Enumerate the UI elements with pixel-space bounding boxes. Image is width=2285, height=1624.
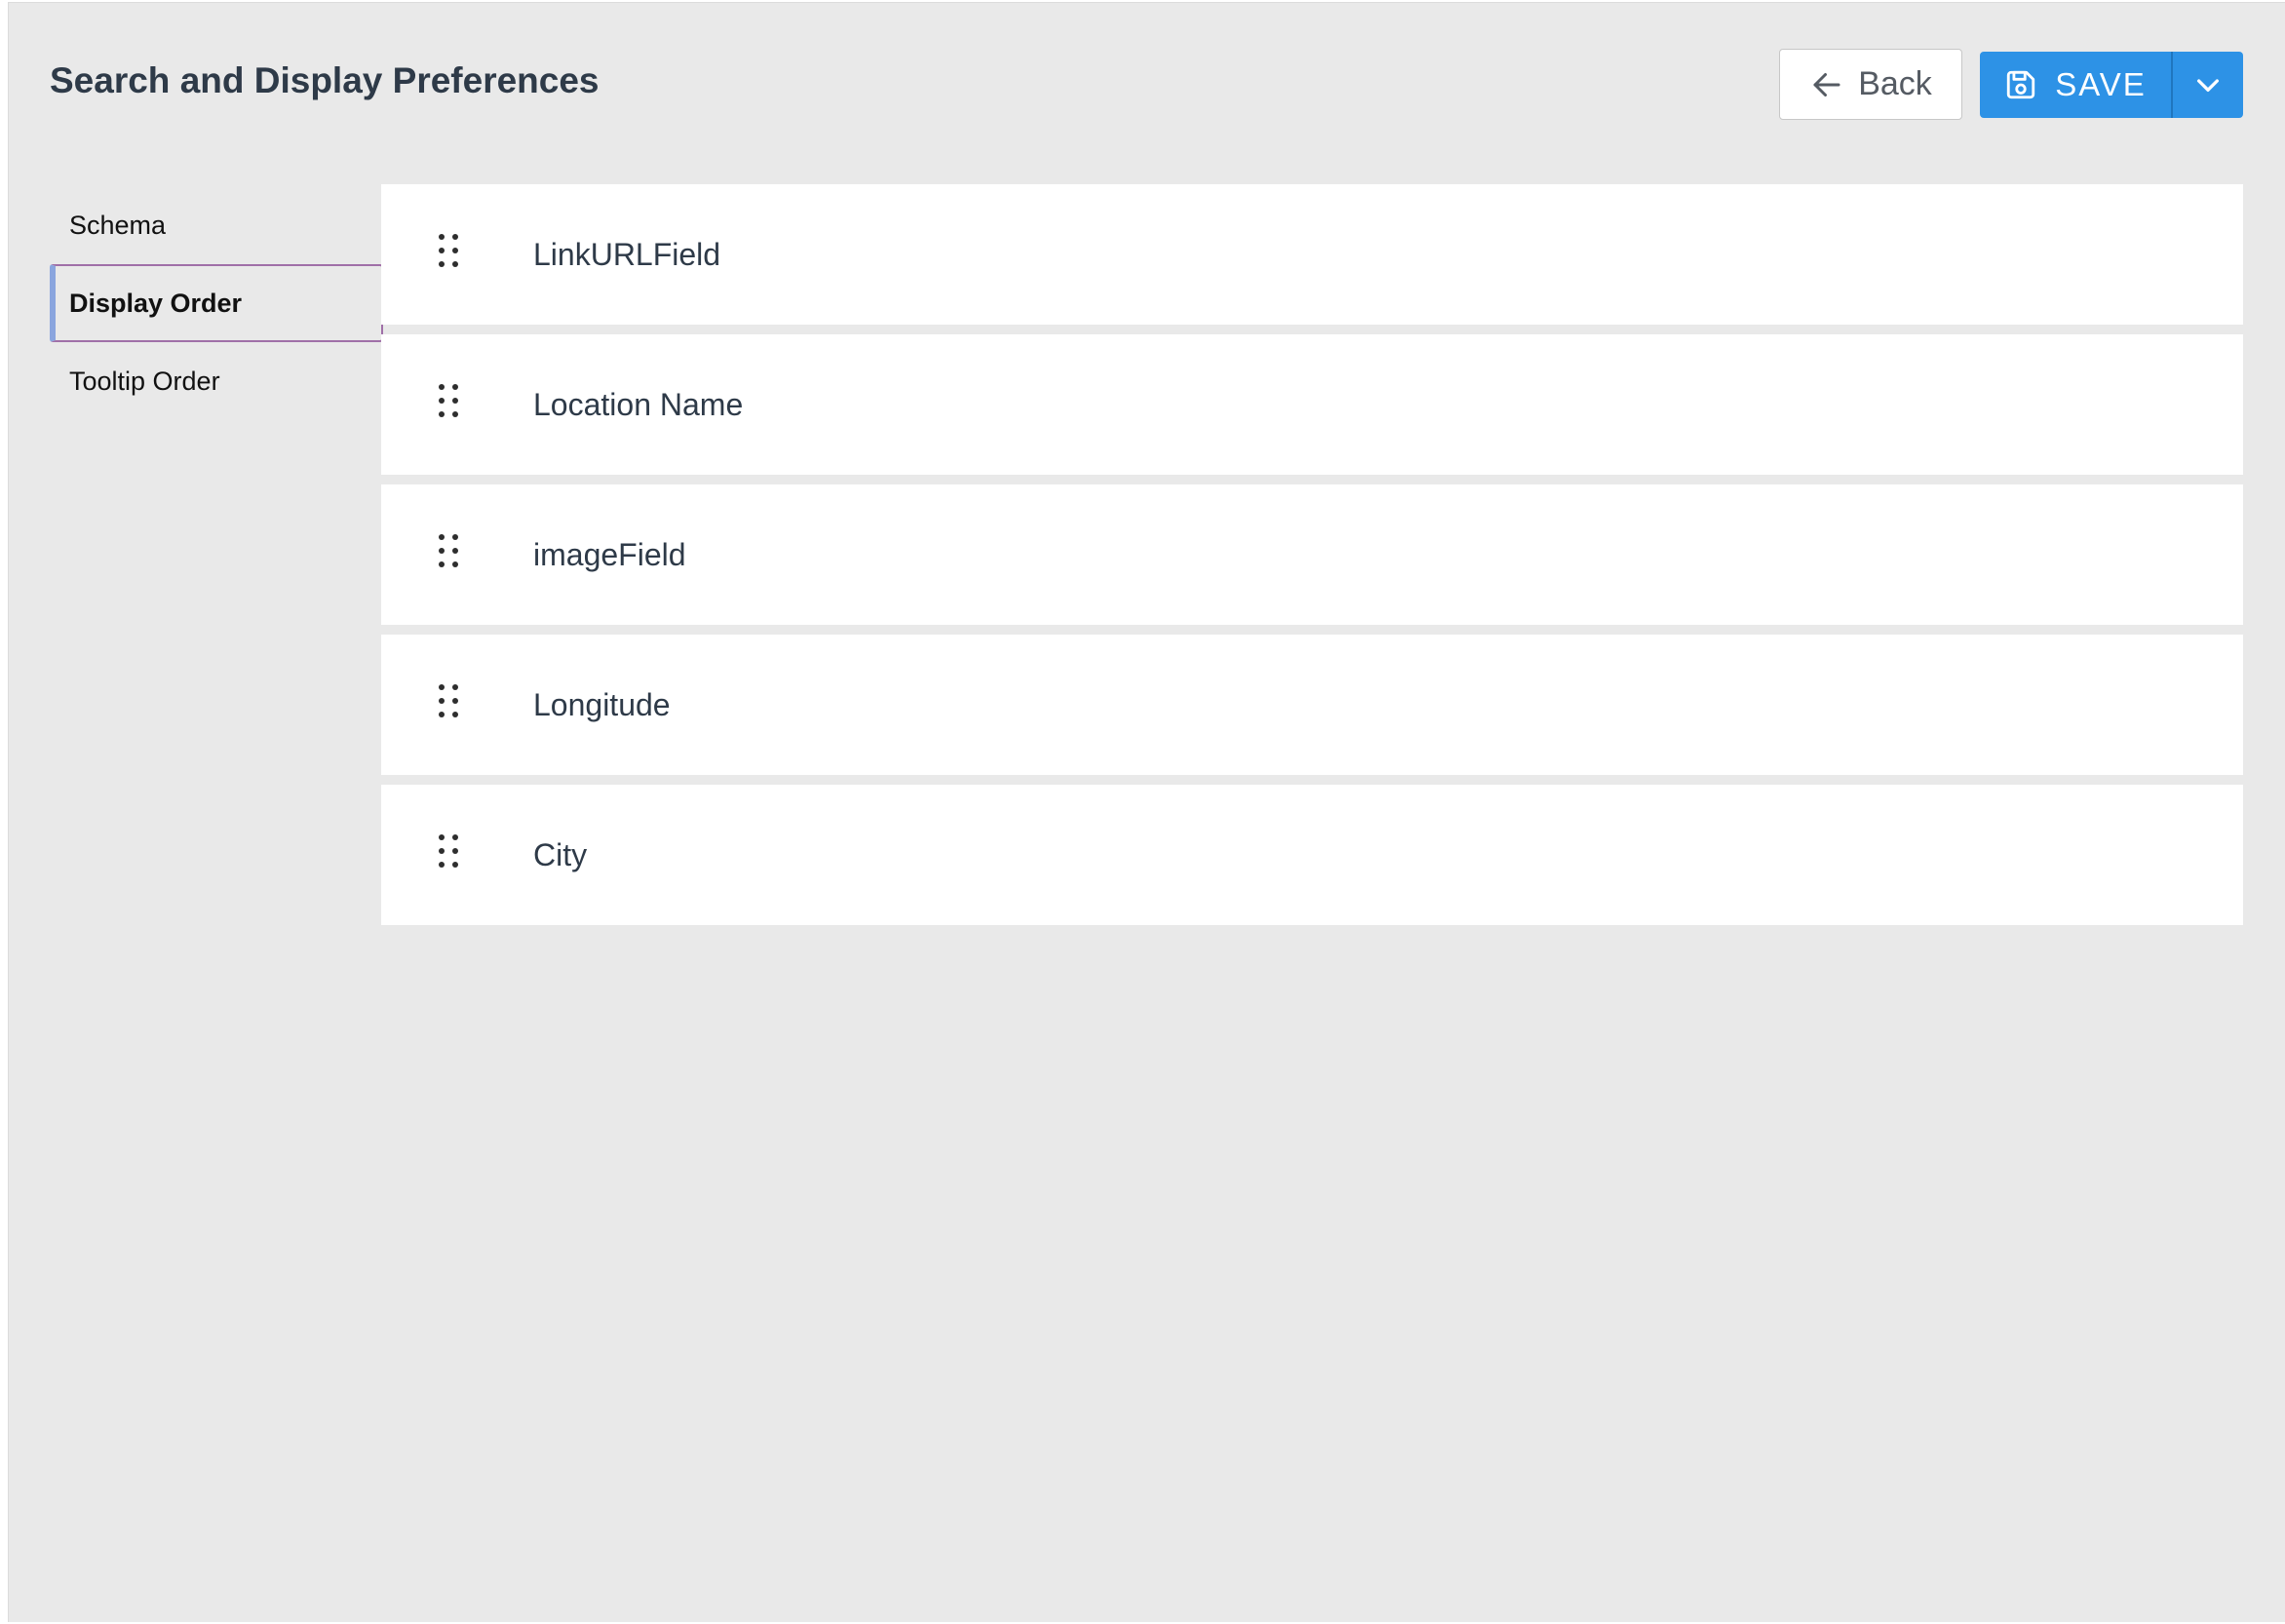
field-row-location-name[interactable]: Location Name [381,334,2243,475]
field-row-imagefield[interactable]: imageField [381,484,2243,625]
field-row-longitude[interactable]: Longitude [381,635,2243,775]
arrow-left-icon [1809,67,1844,102]
field-row-city[interactable]: City [381,785,2243,925]
drag-handle-icon[interactable] [434,531,465,570]
drag-handle-icon[interactable] [434,831,465,870]
preferences-sidenav: Schema Display Order Tooltip Order [50,186,383,420]
sidenav-item-schema[interactable]: Schema [50,186,383,264]
drag-handle-icon[interactable] [434,381,465,420]
save-button[interactable]: SAVE [1980,52,2171,118]
save-button-group: SAVE [1980,52,2249,118]
floppy-disk-icon [2004,68,2037,101]
display-order-list: LinkURLField Location Name imageField Lo… [381,184,2243,935]
field-label: City [533,837,588,872]
chevron-down-icon [2192,69,2224,100]
field-label: imageField [533,537,686,572]
save-button-label: SAVE [2055,66,2147,102]
drag-handle-icon[interactable] [434,231,465,270]
save-options-dropdown[interactable] [2173,52,2243,118]
sidenav-item-display-order[interactable]: Display Order [50,264,383,342]
back-button[interactable]: Back [1779,49,1962,120]
field-label: Longitude [533,687,671,722]
drag-handle-icon[interactable] [434,681,465,720]
preferences-panel: Search and Display Preferences Back SAVE [8,2,2285,1622]
back-button-label: Back [1858,65,1932,102]
field-label: Location Name [533,387,744,422]
sidenav-item-tooltip-order[interactable]: Tooltip Order [50,342,383,420]
page-title: Search and Display Preferences [50,60,600,100]
field-label: LinkURLField [533,237,721,272]
field-row-linkurlfield[interactable]: LinkURLField [381,184,2243,325]
